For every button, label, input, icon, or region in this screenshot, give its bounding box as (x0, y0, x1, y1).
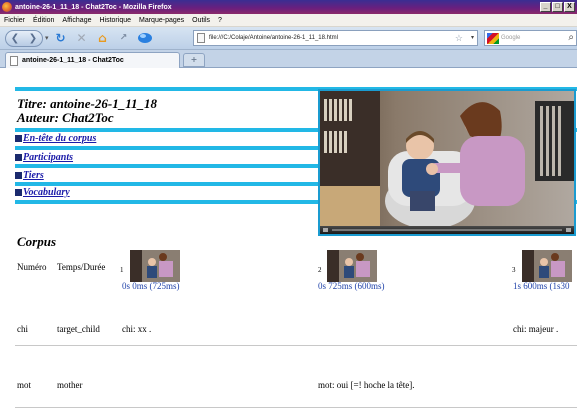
video-controls[interactable] (320, 226, 574, 234)
menu-marque-pages[interactable]: Marque-pages (139, 17, 184, 24)
search-bar[interactable]: Google ⌕ (484, 30, 577, 46)
menu-historique[interactable]: Historique (99, 17, 131, 24)
video-frame-image (320, 91, 574, 229)
segment-thumbnail[interactable] (327, 250, 377, 282)
tab-bar: antoine-26-1_11_18 - Chat2Toc + (0, 50, 577, 68)
star-icon[interactable]: ☆ (455, 33, 463, 44)
history-dropdown-icon[interactable]: ▾ (45, 34, 49, 42)
row-role: mother (57, 380, 83, 390)
google-icon[interactable] (487, 32, 499, 44)
bullet-icon (15, 171, 22, 179)
row-speaker: chi (17, 324, 28, 334)
url-dropdown-icon[interactable]: ▾ (471, 34, 474, 41)
link-corpus-header[interactable]: En-tête du corpus (23, 133, 96, 144)
bullet-icon (15, 134, 22, 142)
row-speaker: mot (17, 380, 32, 390)
document-header: Titre: antoine-26-1_11_18 Auteur: Chat2T… (17, 97, 317, 125)
segment-number: 3 (512, 266, 516, 274)
menu-help[interactable]: ? (218, 17, 222, 24)
menu-bar: Fichier Édition Affichage Historique Mar… (0, 14, 577, 27)
menu-edition[interactable]: Édition (33, 17, 54, 24)
video-player[interactable] (318, 89, 576, 236)
segment-time[interactable]: 0s 725ms (600ms) (318, 281, 385, 291)
site-identity-icon[interactable] (136, 30, 154, 47)
link-row-vocabulary: Vocabulary (15, 185, 315, 199)
bullet-icon (15, 188, 22, 196)
video-seekbar[interactable] (332, 229, 562, 231)
search-icon[interactable]: ⌕ (568, 32, 574, 43)
row-separator (15, 407, 577, 408)
reload-icon[interactable]: ↻ (52, 30, 70, 47)
link-participants[interactable]: Participants (23, 152, 73, 163)
window-controls: _ □ X (540, 2, 575, 12)
divider-5 (15, 200, 320, 204)
forward-arrow-icon[interactable]: ❯ (29, 33, 37, 44)
row-utterance: chi: xx . (122, 324, 152, 334)
segment-time[interactable]: 0s 0ms (725ms) (122, 281, 180, 291)
new-tab-button[interactable]: + (183, 53, 205, 67)
bookmark-tool-icon[interactable]: ↗ (115, 30, 133, 47)
link-row-participants: Participants (15, 150, 315, 164)
url-text[interactable]: file:///C:/Colaje/Antoine/antoine-26-1_1… (209, 35, 338, 41)
play-icon[interactable] (323, 228, 328, 232)
bullet-icon (15, 153, 22, 161)
link-row-tiers: Tiers (15, 168, 315, 182)
segment-thumbnail[interactable] (522, 250, 572, 282)
corpus-heading: Corpus (17, 234, 57, 249)
close-button[interactable]: X (564, 2, 575, 12)
row-role: target_child (57, 324, 100, 334)
menu-affichage[interactable]: Affichage (62, 17, 91, 24)
stop-icon[interactable]: ✕ (73, 30, 91, 47)
col-header-temps: Temps/Durée (57, 262, 106, 272)
row-separator (15, 345, 577, 346)
firefox-icon (2, 2, 12, 12)
link-vocabulary[interactable]: Vocabulary (23, 187, 70, 198)
tab-label[interactable]: antoine-26-1_11_18 - Chat2Toc (22, 57, 124, 64)
page-title: Titre: antoine-26-1_11_18 (17, 96, 157, 111)
home-icon[interactable]: ⌂ (94, 30, 112, 47)
tab-page-icon (10, 55, 18, 66)
menu-fichier[interactable]: Fichier (4, 17, 25, 24)
minimize-button[interactable]: _ (540, 2, 551, 12)
navigation-toolbar: ❮ ❯ ▾ ↻ ✕ ⌂ ↗ file:///C:/Colaje/Antoine/… (0, 27, 577, 50)
menu-outils[interactable]: Outils (192, 17, 210, 24)
tab-active[interactable]: antoine-26-1_11_18 - Chat2Toc (5, 52, 180, 68)
row-utterance: chi: majeur . (513, 324, 559, 334)
page-content: Titre: antoine-26-1_11_18 Auteur: Chat2T… (0, 69, 577, 414)
page-author: Auteur: Chat2Toc (17, 110, 114, 125)
url-bar[interactable]: file:///C:/Colaje/Antoine/antoine-26-1_1… (193, 30, 478, 46)
segment-number: 1 (120, 266, 124, 274)
window-title: antoine-26-1_11_18 - Chat2Toc - Mozilla … (15, 3, 172, 11)
back-arrow-icon[interactable]: ❮ (11, 33, 19, 44)
maximize-button[interactable]: □ (552, 2, 563, 12)
page-icon (197, 33, 205, 43)
col-header-numero: Numéro (17, 262, 47, 272)
link-row-corpus-header: En-tête du corpus (15, 131, 315, 145)
segment-thumbnail[interactable] (130, 250, 180, 282)
back-forward-buttons[interactable]: ❮ ❯ (5, 29, 43, 47)
segment-number: 2 (318, 266, 322, 274)
window-titlebar: antoine-26-1_11_18 - Chat2Toc - Mozilla … (0, 0, 577, 14)
row-utterance: mot: oui [=! hoche la tête]. (318, 380, 415, 390)
search-placeholder[interactable]: Google (501, 35, 520, 41)
segment-time[interactable]: 1s 600ms (1s30 (513, 281, 570, 291)
link-tiers[interactable]: Tiers (23, 170, 44, 181)
volume-icon[interactable] (566, 228, 571, 232)
